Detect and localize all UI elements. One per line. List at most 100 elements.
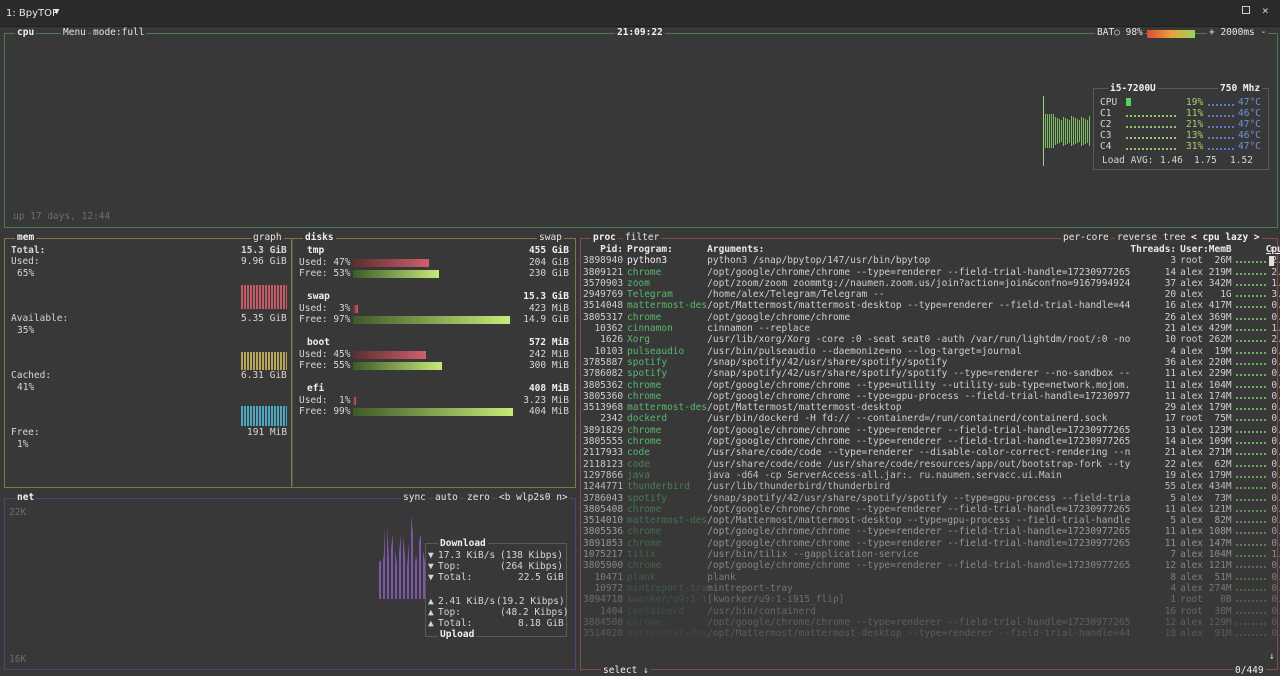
mem-graph-toggle[interactable]: graph: [251, 232, 284, 244]
cell-threads: 55: [1164, 481, 1177, 493]
table-row[interactable]: 3513968 mattermost-des/opt/Mattermost/mat…: [583, 402, 1280, 413]
table-row[interactable]: 1244771 thunderbird/usr/lib/thunderbird/t…: [583, 481, 1280, 492]
net-interface-selector[interactable]: <b wlp2s0 n>: [497, 492, 570, 504]
table-row[interactable]: 10362 cinnamon cinnamon --replace 21 alex 429…: [583, 323, 1280, 334]
cpu-graph-column: [1047, 114, 1048, 148]
table-row[interactable]: 1404 containerd/usr/bin/containerd 16 root 3…: [583, 606, 1280, 617]
table-row[interactable]: 3805900 chrome/opt/google/chrome/chrome -…: [583, 560, 1280, 571]
disks-swap-toggle[interactable]: swap: [537, 232, 564, 244]
core-name: CPU: [1100, 97, 1118, 108]
scroll-down-icon[interactable]: ↓: [1269, 651, 1275, 662]
proc-per-core-toggle[interactable]: per-core: [1061, 232, 1111, 244]
cell-mem: 104M: [1208, 379, 1232, 391]
table-row[interactable]: 3785887 spotify/snap/spotify/42/usr/share…: [583, 357, 1280, 368]
col-mem[interactable]: MemB: [1209, 244, 1232, 255]
cell-user: alex: [1180, 311, 1204, 323]
disk-used-value: 423 MiB: [528, 303, 569, 314]
cell-program: chrome: [627, 436, 662, 448]
cell-program: chrome: [627, 266, 662, 278]
cell-pid: 3891853: [583, 537, 624, 549]
table-row[interactable]: 3786082 spotify/snap/spotify/42/usr/share…: [583, 368, 1280, 379]
net-sync-toggle[interactable]: sync: [401, 492, 428, 504]
net-zero-toggle[interactable]: zero: [465, 492, 492, 504]
cell-user: root: [1180, 255, 1204, 267]
upload-top-label: Top:: [438, 607, 461, 618]
upload-total: 8.18 GiB: [518, 618, 564, 629]
update-interval[interactable]: + 2000ms -: [1207, 27, 1269, 39]
table-row[interactable]: 3805317 chrome/opt/google/chrome/chrome 26…: [583, 312, 1280, 323]
disk-free-bar: [353, 316, 510, 324]
table-row[interactable]: 10103 pulseaudio/usr/bin/pulseaudio --dae…: [583, 346, 1280, 357]
table-row[interactable]: 10471plankplank8alex51M0.0: [583, 572, 1280, 583]
col-arguments[interactable]: Arguments:: [707, 244, 1130, 255]
cell-program: zoom: [627, 277, 650, 289]
maximize-icon[interactable]: [1242, 6, 1250, 14]
cell-spark: [1232, 515, 1266, 526]
core-temp-graph: [1208, 112, 1234, 117]
cell-cpu: 0.0: [1271, 515, 1280, 527]
table-row[interactable]: 3786043 spotify/snap/spotify/42/usr/share…: [583, 493, 1280, 504]
table-row[interactable]: 3805360 chrome/opt/google/chrome/chrome -…: [583, 391, 1280, 402]
disk-used-value: 242 MiB: [528, 349, 569, 360]
cell-user: root: [1180, 605, 1204, 617]
menu-button[interactable]: Menu: [61, 27, 88, 39]
scrollbar-thumb[interactable]: [1269, 256, 1274, 266]
upload-top-arrow-icon: ▲: [428, 607, 434, 618]
proc-reverse-toggle[interactable]: reverse: [1115, 232, 1160, 244]
core-usage-graph: [1126, 98, 1176, 106]
triangle-down-icon[interactable]: ▼: [54, 7, 59, 17]
table-row[interactable]: 2949769 Telegram/home/alex/Telegram/Teleg…: [583, 289, 1280, 300]
table-row[interactable]: 3570903 zoom/opt/zoom/zoom zoommtg://naum…: [583, 278, 1280, 289]
col-user[interactable]: User:: [1176, 244, 1209, 255]
proc-select-button[interactable]: select ↓: [601, 665, 651, 676]
scroll-up-icon[interactable]: ↑: [1269, 244, 1275, 255]
proc-filter-button[interactable]: filter: [623, 232, 662, 244]
cell-spark: [1232, 255, 1266, 266]
cpu-graph-column: [1057, 118, 1058, 144]
proc-sort-selector[interactable]: < cpu lazy >: [1189, 232, 1262, 244]
col-pid[interactable]: Pid:: [583, 244, 623, 255]
table-row[interactable]: 3514010 mattermost-des/opt/Mattermost/mat…: [583, 515, 1280, 526]
table-row[interactable]: 3809121 chrome/opt/google/chrome/chrome -…: [583, 267, 1280, 278]
table-row[interactable]: 3894718 kworker/u9:1-1 [kworker/u9:1-i915_…: [583, 594, 1280, 605]
cell-program: pulseaudio: [627, 345, 685, 357]
cell-pid: 3513968: [583, 402, 624, 414]
col-program[interactable]: Program:: [623, 244, 707, 255]
table-row[interactable]: 3804508 chrome/opt/google/chrome/chrome -…: [583, 617, 1280, 628]
cell-pid: 2118123: [583, 458, 624, 470]
load-avg-label: Load AVG:: [1102, 155, 1154, 166]
cell-threads: 5: [1170, 515, 1177, 527]
disk-free-value: 300 MiB: [528, 360, 569, 371]
proc-tree-toggle[interactable]: tree: [1161, 232, 1188, 244]
table-row[interactable]: 2117933 code/usr/share/code/code --type=r…: [583, 447, 1280, 458]
net-auto-toggle[interactable]: auto: [433, 492, 460, 504]
cell-mem: 417M: [1208, 300, 1232, 312]
cell-threads: 10: [1164, 334, 1177, 346]
disk-name: boot: [307, 337, 330, 348]
table-row[interactable]: 2118123 code/usr/share/code/code /usr/sha…: [583, 459, 1280, 470]
table-row[interactable]: 3805408 chrome/opt/google/chrome/chrome -…: [583, 504, 1280, 515]
table-row[interactable]: 3805555 chrome/opt/google/chrome/chrome -…: [583, 436, 1280, 447]
cell-cpu: 0.0: [1271, 492, 1280, 504]
table-row[interactable]: 1626 Xorg/usr/lib/xorg/Xorg -core :0 -sea…: [583, 334, 1280, 345]
cell-user: alex: [1180, 300, 1204, 312]
table-row[interactable]: 3514048 mattermost-des/opt/Mattermost/mat…: [583, 300, 1280, 311]
table-row[interactable]: 3891853 chrome/opt/google/chrome/chrome -…: [583, 538, 1280, 549]
window-title[interactable]: 1: BpyTOP: [6, 8, 58, 19]
table-row[interactable]: 1297866 java java -d64 -cp ServerAccess-al…: [583, 470, 1280, 481]
download-title: Download: [438, 538, 488, 549]
table-row[interactable]: 10972 mintreport-tra mintreport-tray 4 alex 2…: [583, 583, 1280, 594]
cell-threads: 16: [1164, 605, 1177, 617]
disk-used-bar: [353, 351, 426, 359]
disk-used-label: Used: 47%: [299, 257, 351, 268]
table-row[interactable]: 3898940 python3 python3 /snap/bpytop/147/u…: [583, 255, 1280, 266]
close-icon[interactable]: ×: [1262, 4, 1269, 17]
col-threads[interactable]: Threads:: [1130, 244, 1176, 255]
table-row[interactable]: 1075217 tilix/usr/bin/tilix --gapplicatio…: [583, 549, 1280, 560]
mode-button[interactable]: mode:full: [91, 27, 147, 39]
table-row[interactable]: 2342 dockerd/usr/bin/dockerd -H fd:// --c…: [583, 413, 1280, 424]
table-row[interactable]: 3891829 chrome/opt/google/chrome/chrome -…: [583, 425, 1280, 436]
table-row[interactable]: 3514020 mattermost-des/opt/Mattermost/mat…: [583, 628, 1280, 639]
table-row[interactable]: 3805362 chrome/opt/google/chrome/chrome -…: [583, 380, 1280, 391]
table-row[interactable]: 3805536 chrome/opt/google/chrome/chrome -…: [583, 526, 1280, 537]
